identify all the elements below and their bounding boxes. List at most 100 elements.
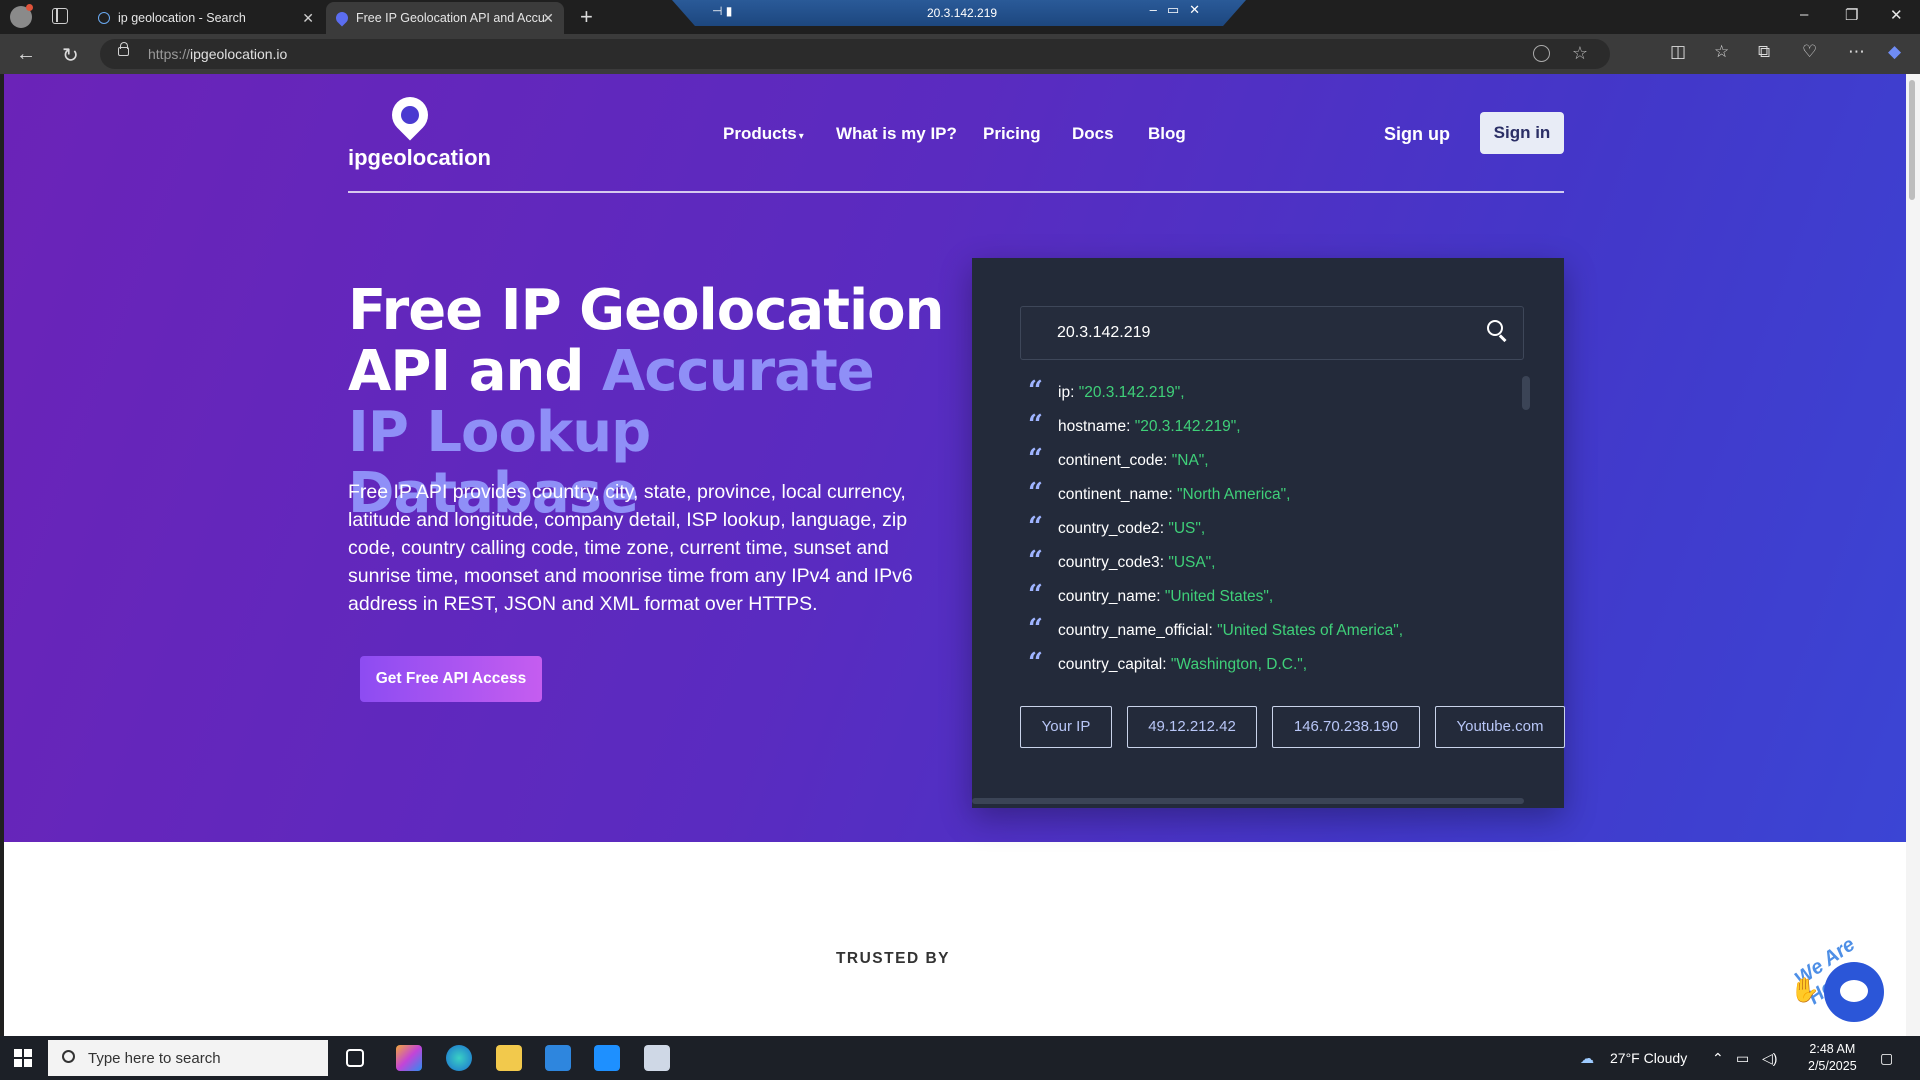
nav-blog[interactable]: Blog xyxy=(1148,124,1186,144)
browser-essentials-icon[interactable]: ♡ xyxy=(1802,42,1817,62)
search-icon xyxy=(62,1050,75,1063)
json-row: “ip: "20.3.142.219", xyxy=(1028,376,1185,406)
file-explorer-icon[interactable] xyxy=(496,1045,522,1071)
web-page: ipgeolocation Products ▾ What is my IP? P… xyxy=(4,74,1906,1036)
task-view-icon[interactable] xyxy=(346,1049,364,1067)
new-tab-button[interactable]: + xyxy=(580,4,593,30)
close-window-button[interactable]: ✕ xyxy=(1890,6,1903,24)
copilot-app-icon[interactable] xyxy=(396,1045,422,1071)
chip-ip-example[interactable]: 146.70.238.190 xyxy=(1272,706,1420,748)
logo-pin-icon[interactable] xyxy=(384,89,436,141)
trusted-by-heading: TRUSTED BY xyxy=(835,950,950,967)
nav-products[interactable]: Products ▾ xyxy=(723,124,804,144)
scrollbar-thumb[interactable] xyxy=(1909,80,1915,200)
taskbar-search[interactable]: Type here to search xyxy=(48,1040,328,1076)
edge-browser-icon[interactable] xyxy=(446,1045,472,1071)
store-icon[interactable] xyxy=(545,1045,571,1071)
quote-icon: “ xyxy=(1028,410,1043,440)
get-free-api-access-button[interactable]: Get Free API Access xyxy=(360,656,542,702)
network-icon[interactable]: ▭ xyxy=(1736,1050,1749,1067)
restore-button[interactable]: ❐ xyxy=(1845,6,1858,24)
url-text[interactable]: https://ipgeolocation.io xyxy=(148,46,287,62)
copilot-icon[interactable]: ◆ xyxy=(1888,42,1901,62)
refresh-button[interactable]: ↻ xyxy=(62,43,79,68)
quote-icon: “ xyxy=(1028,444,1043,474)
collections-icon[interactable]: ⧉ xyxy=(1758,42,1770,62)
more-menu-icon[interactable]: ⋯ xyxy=(1848,42,1865,62)
header-divider xyxy=(348,191,1564,193)
tab-ipgeolocation[interactable]: Free IP Geolocation API and Accu ✕ xyxy=(326,2,564,34)
waving-hand-icon: ✋ xyxy=(1790,977,1820,1004)
nav-what-is-my-ip[interactable]: What is my IP? xyxy=(836,124,957,144)
notification-center-icon[interactable]: ▢ xyxy=(1880,1050,1893,1067)
ip-search-input[interactable]: 20.3.142.219 xyxy=(1020,306,1524,360)
split-screen-icon[interactable]: ◫ xyxy=(1670,42,1686,62)
tab-title: Free IP Geolocation API and Accu xyxy=(356,11,545,25)
logo-text[interactable]: ipgeolocation xyxy=(348,145,491,171)
page-scrollbar[interactable] xyxy=(1906,74,1920,1036)
windows-start-icon[interactable] xyxy=(14,1049,32,1067)
clock-date: 2/5/2025 xyxy=(1808,1059,1857,1073)
search-icon xyxy=(98,12,110,24)
browser-toolbar: ← ↻ https://ipgeolocation.io ☆ ◫ ☆ ⧉ ♡ ⋯… xyxy=(0,34,1920,74)
panel-horizontal-scrollbar[interactable] xyxy=(972,798,1524,804)
remote-window-controls[interactable]: –▭✕ xyxy=(1150,2,1210,18)
favorite-star-icon[interactable]: ☆ xyxy=(1572,43,1588,64)
json-row: “continent_code: "NA", xyxy=(1028,444,1209,474)
ip-input-value[interactable]: 20.3.142.219 xyxy=(1057,324,1150,342)
minimize-button[interactable]: – xyxy=(1800,6,1808,23)
back-button[interactable]: ← xyxy=(16,43,36,66)
hero-description: Free IP API provides country, city, stat… xyxy=(348,481,913,615)
chip-ip-example[interactable]: 49.12.212.42 xyxy=(1127,706,1257,748)
json-row: “country_capital: "Washington, D.C.", xyxy=(1028,648,1308,678)
taskbar-search-placeholder[interactable]: Type here to search xyxy=(88,1050,221,1067)
quote-icon: “ xyxy=(1028,478,1043,508)
json-row: “hostname: "20.3.142.219", xyxy=(1028,410,1241,440)
json-row: “country_code3: "USA", xyxy=(1028,546,1216,576)
chat-widget-button[interactable] xyxy=(1824,962,1884,1022)
app-icon[interactable] xyxy=(644,1045,670,1071)
tray-chevron-up-icon[interactable]: ⌃ xyxy=(1712,1050,1724,1067)
tab-title: ip geolocation - Search xyxy=(118,11,246,25)
ip-lookup-panel: 20.3.142.219 “ip: "20.3.142.219", “hostn… xyxy=(972,258,1565,808)
json-row: “continent_name: "North America", xyxy=(1028,478,1291,508)
nav-pricing[interactable]: Pricing xyxy=(983,124,1041,144)
volume-icon[interactable]: ◁) xyxy=(1762,1050,1777,1067)
nav-docs[interactable]: Docs xyxy=(1072,124,1114,144)
weather-text[interactable]: 27°F Cloudy xyxy=(1610,1050,1687,1066)
lock-icon[interactable] xyxy=(118,42,129,56)
chip-your-ip[interactable]: Your IP xyxy=(1020,706,1112,748)
windows-taskbar: Type here to search ☁ 27°F Cloudy ⌃ ▭ ◁)… xyxy=(0,1036,1920,1080)
browser-tabbar: ip geolocation - Search ✕ Free IP Geoloc… xyxy=(0,0,1920,34)
json-row: “country_code2: "US", xyxy=(1028,512,1206,542)
json-row: “country_name: "United States", xyxy=(1028,580,1274,610)
search-icon[interactable] xyxy=(1487,320,1503,336)
hero-section: ipgeolocation Products ▾ What is my IP? P… xyxy=(4,74,1906,842)
json-result-list[interactable]: “ip: "20.3.142.219", “hostname: "20.3.14… xyxy=(1028,376,1498,694)
clock-time: 2:48 AM xyxy=(1809,1042,1856,1056)
chip-youtube[interactable]: Youtube.com xyxy=(1435,706,1565,748)
quote-icon: “ xyxy=(1028,512,1043,542)
quote-icon: “ xyxy=(1028,546,1043,576)
quote-icon: “ xyxy=(1028,614,1043,644)
tab-search[interactable]: ip geolocation - Search ✕ xyxy=(88,2,324,34)
close-tab-icon[interactable]: ✕ xyxy=(542,10,554,27)
quote-icon: “ xyxy=(1028,376,1043,406)
remote-session-bar: ⊣ ▮ 20.3.142.219 –▭✕ xyxy=(672,0,1246,26)
tab-actions-icon[interactable] xyxy=(52,8,68,24)
mail-icon[interactable] xyxy=(594,1045,620,1071)
reader-mode-icon[interactable] xyxy=(1533,45,1550,62)
chevron-down-icon: ▾ xyxy=(798,131,804,142)
sign-in-button[interactable]: Sign in xyxy=(1480,112,1564,154)
json-row: “country_name_official: "United States o… xyxy=(1028,614,1404,644)
quote-icon: “ xyxy=(1028,648,1043,678)
location-pin-icon xyxy=(333,9,351,27)
favorites-icon[interactable]: ☆ xyxy=(1714,42,1729,62)
weather-cloud-icon[interactable]: ☁ xyxy=(1580,1050,1594,1067)
system-clock[interactable]: 2:48 AM 2/5/2025 xyxy=(1808,1041,1857,1075)
pin-signal-icon[interactable]: ⊣ ▮ xyxy=(712,4,732,18)
close-tab-icon[interactable]: ✕ xyxy=(302,10,314,27)
json-scrollbar[interactable] xyxy=(1522,376,1530,410)
sign-up-link[interactable]: Sign up xyxy=(1384,124,1450,145)
address-bar[interactable]: https://ipgeolocation.io ☆ xyxy=(100,39,1610,69)
